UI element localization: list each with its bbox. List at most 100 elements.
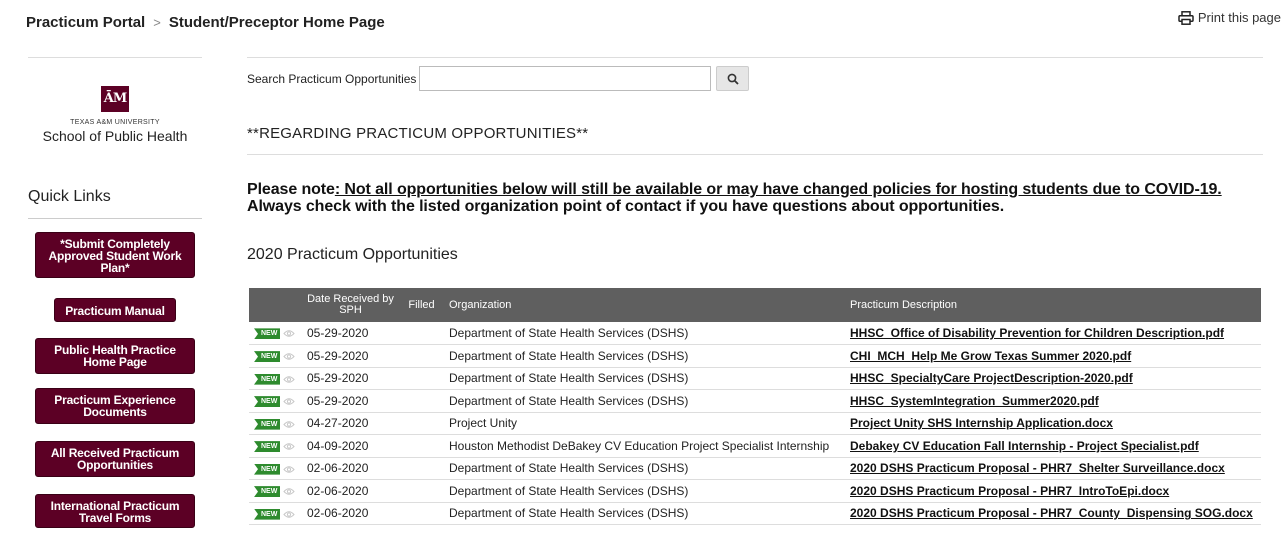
row-description-link[interactable]: 2020 DSHS Practicum Proposal - PHR7_Intr… xyxy=(845,479,1261,503)
eye-icon[interactable] xyxy=(283,420,296,429)
eye-icon[interactable] xyxy=(283,487,296,496)
header-description[interactable]: Practicum Description xyxy=(845,288,1261,322)
row-badges: NEW xyxy=(249,389,302,413)
quick-links-title: Quick Links xyxy=(28,188,111,205)
breadcrumb-current: Student/Preceptor Home Page xyxy=(168,13,385,31)
row-description-link[interactable]: HHSC_SpecialtyCare ProjectDescription-20… xyxy=(845,367,1261,390)
quick-links-divider xyxy=(28,218,202,219)
row-badges: NEW xyxy=(249,434,302,458)
row-badges: NEW xyxy=(249,412,302,435)
row-description-link[interactable]: HHSC_Office of Disability Prevention for… xyxy=(845,322,1261,345)
row-description-link[interactable]: HHSC_SystemIntegration_Summer2020.pdf xyxy=(845,389,1261,413)
note-prefix: Please note xyxy=(247,181,335,198)
all-received-opportunities-button[interactable]: All Received Practicum Opportunities xyxy=(35,441,195,477)
new-badge: NEW xyxy=(254,463,281,475)
practicum-experience-docs-button[interactable]: Practicum Experience Documents xyxy=(35,388,195,424)
row-organization: Department of State Health Services (DSH… xyxy=(444,344,845,368)
row-badges: NEW xyxy=(249,502,302,525)
search-button[interactable] xyxy=(716,66,750,91)
row-filled xyxy=(399,479,444,503)
row-date: 02-06-2020 xyxy=(302,479,399,503)
row-date: 02-06-2020 xyxy=(302,502,399,525)
table-row: NEW 02-06-2020 Department of State Health … xyxy=(249,502,1261,525)
row-date: 05-29-2020 xyxy=(302,322,399,345)
eye-icon[interactable] xyxy=(283,510,296,519)
header-date[interactable]: Date Received by SPH xyxy=(302,288,399,322)
table-header-row: Date Received by SPH Filled Organization… xyxy=(249,288,1261,322)
row-date: 05-29-2020 xyxy=(302,367,399,390)
row-badges: NEW xyxy=(249,322,302,345)
new-badge: NEW xyxy=(254,486,281,498)
new-badge: NEW xyxy=(254,508,281,520)
submit-work-plan-button[interactable]: *Submit Completely Approved Student Work… xyxy=(35,232,195,278)
public-health-practice-button[interactable]: Public Health Practice Home Page xyxy=(35,338,195,374)
row-date: 02-06-2020 xyxy=(302,457,399,480)
new-badge: NEW xyxy=(254,418,281,430)
row-organization: Department of State Health Services (DSH… xyxy=(444,457,845,480)
section-title: 2020 Practicum Opportunities xyxy=(247,246,458,263)
search-icon xyxy=(727,73,739,85)
search-input[interactable] xyxy=(419,66,712,91)
row-description-link[interactable]: Project Unity SHS Internship Application… xyxy=(845,412,1261,435)
row-filled xyxy=(399,412,444,435)
main-mid-divider xyxy=(247,154,1263,155)
row-badges: NEW xyxy=(249,479,302,503)
table-row: NEW 02-06-2020 Department of State Health … xyxy=(249,457,1261,480)
row-filled xyxy=(399,457,444,480)
table-row: NEW 02-06-2020 Department of State Health … xyxy=(249,479,1261,503)
row-description-link[interactable]: 2020 DSHS Practicum Proposal - PHR7_Shel… xyxy=(845,457,1261,480)
eye-icon[interactable] xyxy=(283,397,296,406)
table-row: NEW 05-29-2020 Department of State Health … xyxy=(249,344,1261,368)
new-badge: NEW xyxy=(254,441,281,453)
row-filled xyxy=(399,389,444,413)
row-organization: Project Unity xyxy=(444,412,845,435)
sidebar: ĀM TEXAS A&M UNIVERSITY School of Public… xyxy=(28,44,202,528)
sidebar-divider xyxy=(28,57,202,58)
new-badge: NEW xyxy=(254,373,281,385)
table-row: NEW 04-09-2020 Houston Methodist DeBakey C… xyxy=(249,434,1261,458)
eye-icon[interactable] xyxy=(283,465,296,474)
print-page-link[interactable]: Print this page xyxy=(1178,10,1281,25)
new-badge: NEW xyxy=(254,351,281,363)
header-filled[interactable]: Filled xyxy=(399,288,444,322)
note-second-line: Always check with the listed organizatio… xyxy=(247,198,1005,215)
header-badge-col xyxy=(249,288,302,322)
covid-note: Please note: Not all opportunities below… xyxy=(247,181,1263,215)
logo-university: TEXAS A&M UNIVERSITY xyxy=(70,119,160,126)
row-organization: Department of State Health Services (DSH… xyxy=(444,322,845,345)
row-badges: NEW xyxy=(249,457,302,480)
new-badge: NEW xyxy=(254,396,281,408)
search-label: Search Practicum Opportunities xyxy=(247,71,417,86)
row-badges: NEW xyxy=(249,367,302,390)
row-badges: NEW xyxy=(249,344,302,368)
row-organization: Department of State Health Services (DSH… xyxy=(444,502,845,525)
main-top-divider xyxy=(247,57,1263,58)
row-description-link[interactable]: Debakey CV Education Fall Internship - P… xyxy=(845,434,1261,458)
practicum-manual-button[interactable]: Practicum Manual xyxy=(54,298,176,322)
breadcrumb: Practicum Portal > Student/Preceptor Hom… xyxy=(0,0,1281,44)
row-filled xyxy=(399,434,444,458)
table-body: NEW 05-29-2020 Department of State Health … xyxy=(249,322,1261,525)
row-date: 04-09-2020 xyxy=(302,434,399,458)
printer-icon xyxy=(1178,10,1194,25)
logo-school-name: School of Public Health xyxy=(42,128,188,144)
table-row: NEW 05-29-2020 Department of State Health … xyxy=(249,322,1261,345)
row-description-link[interactable]: 2020 DSHS Practicum Proposal - PHR7_Coun… xyxy=(845,502,1261,525)
row-filled xyxy=(399,502,444,525)
row-organization: Department of State Health Services (DSH… xyxy=(444,479,845,503)
eye-icon[interactable] xyxy=(283,375,296,384)
regarding-heading: **REGARDING PRACTICUM OPPORTUNITIES** xyxy=(247,125,589,142)
breadcrumb-root[interactable]: Practicum Portal xyxy=(26,14,145,31)
international-travel-forms-button[interactable]: International Practicum Travel Forms xyxy=(35,494,195,528)
row-description-link[interactable]: CHI_MCH_Help Me Grow Texas Summer 2020.p… xyxy=(845,344,1261,368)
tamu-logo-mark: ĀM xyxy=(101,86,129,112)
eye-icon[interactable] xyxy=(283,442,296,451)
school-logo[interactable]: ĀM TEXAS A&M UNIVERSITY School of Public… xyxy=(28,86,202,145)
row-organization: Department of State Health Services (DSH… xyxy=(444,389,845,413)
header-organization[interactable]: Organization xyxy=(444,288,845,322)
opportunities-table: Date Received by SPH Filled Organization… xyxy=(249,288,1261,525)
row-filled xyxy=(399,344,444,368)
eye-icon[interactable] xyxy=(283,352,296,361)
eye-icon[interactable] xyxy=(283,329,296,338)
row-date: 05-29-2020 xyxy=(302,389,399,413)
